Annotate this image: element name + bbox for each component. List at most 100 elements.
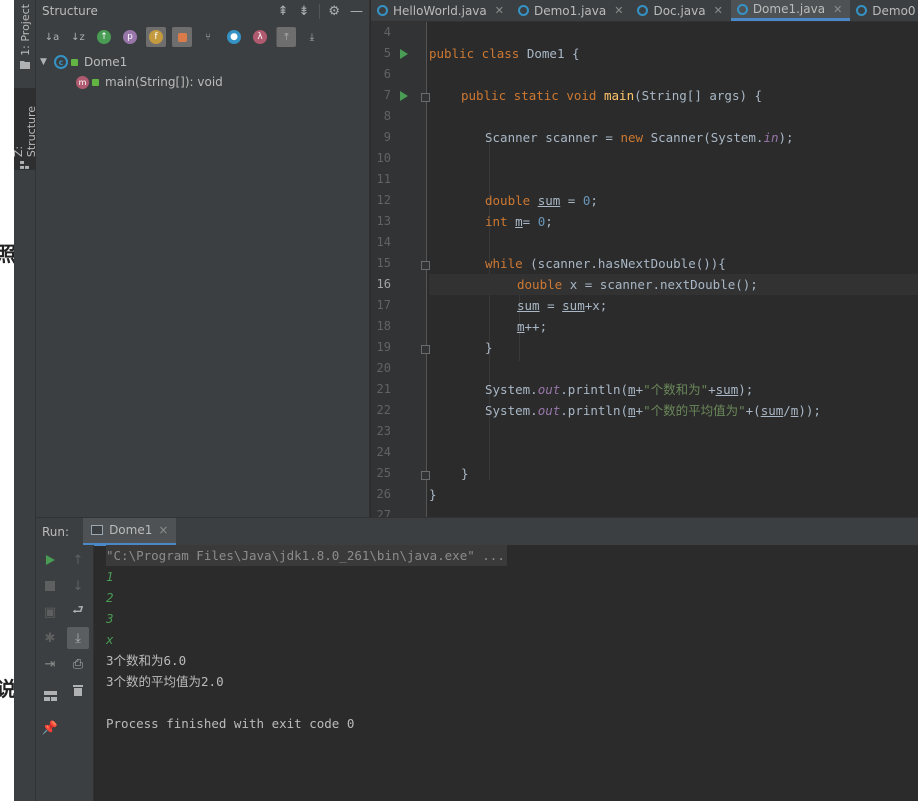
- print-icon[interactable]: ⎙: [67, 653, 89, 675]
- stop-icon[interactable]: [39, 575, 61, 597]
- line-number: 21: [376, 382, 391, 396]
- line-number: 20: [376, 361, 391, 375]
- code-token: );: [778, 130, 794, 145]
- tab-helloworld[interactable]: HelloWorld.java ✕: [371, 0, 512, 21]
- code-token: sum: [562, 298, 585, 313]
- show-non-public-icon[interactable]: [172, 27, 192, 47]
- line-number: 6: [383, 67, 391, 81]
- close-icon[interactable]: ✕: [495, 4, 504, 17]
- tab-label: Demo0: [872, 3, 916, 18]
- code-line: while (scanner.hasNextDouble()){: [429, 253, 918, 274]
- code-token: (scanner.hasNextDouble()){: [530, 256, 726, 271]
- line-number: 18: [376, 319, 391, 333]
- trash-icon[interactable]: [67, 679, 89, 701]
- editor-tabs: HelloWorld.java ✕ Demo1.java ✕ Doc.java ✕ D…: [371, 0, 918, 22]
- structure-tool-tab[interactable]: Z: Structure: [12, 88, 38, 170]
- show-properties-icon[interactable]: p: [120, 27, 140, 47]
- console-line-input: x: [106, 632, 114, 647]
- close-icon[interactable]: ✕: [714, 4, 723, 17]
- code-token: Scanner(System.: [650, 130, 764, 145]
- show-anonymous-icon[interactable]: ●: [224, 27, 244, 47]
- scroll-up-icon[interactable]: ↑: [67, 549, 89, 571]
- code-token: }: [461, 466, 469, 481]
- console-line: Process finished with exit code 0: [106, 716, 355, 731]
- folder-icon: [20, 60, 30, 69]
- line-number: 14: [376, 235, 391, 249]
- tree-item-class[interactable]: ▼ c Dome1: [36, 52, 369, 72]
- code-token: in: [763, 130, 779, 145]
- code-token: System.: [485, 403, 538, 418]
- structure-header: Structure ⇞ ⇟ ⚙ —: [36, 0, 369, 22]
- run-config-tab[interactable]: Dome1 ×: [83, 517, 177, 546]
- dump-threads-icon[interactable]: ▣: [39, 601, 61, 623]
- tree-item-method[interactable]: m main(String[]): void: [36, 72, 369, 92]
- editor-gutter[interactable]: 4 5 6 7 8 9 10 11 12 13 14 15 16 17 18 1…: [371, 22, 430, 517]
- tab-dome1[interactable]: Dome1.java ✕: [730, 0, 851, 21]
- exit-icon[interactable]: ⇥: [39, 653, 61, 675]
- ide-window: 照 说 1: Project Z: Structure Structure ⇞ …: [0, 0, 918, 801]
- background-glyph: 照: [0, 242, 14, 266]
- run-main-gutter-icon[interactable]: [400, 91, 408, 101]
- code-token: "个数的平均值为": [643, 403, 746, 418]
- structure-icon: [20, 161, 29, 170]
- project-tab-label: 1: Project: [18, 4, 32, 56]
- hide-icon[interactable]: —: [350, 4, 363, 19]
- show-hierarchy-icon[interactable]: ⑂: [198, 27, 218, 47]
- gear-icon[interactable]: ⚙: [319, 3, 340, 19]
- show-inherited-icon[interactable]: ↑: [94, 27, 114, 47]
- line-number: 25: [376, 466, 391, 480]
- autoscroll-to-source-icon[interactable]: ⤒: [276, 27, 296, 47]
- sort-visibility-icon[interactable]: ↓z: [68, 27, 88, 47]
- collapse-all-icon[interactable]: ⇟: [298, 4, 309, 19]
- code-token: public static void: [461, 88, 604, 103]
- code-token: while: [485, 256, 531, 271]
- close-icon[interactable]: ✕: [614, 4, 623, 17]
- expand-all-icon[interactable]: ⇞: [278, 4, 289, 19]
- tab-label: Demo1.java: [533, 3, 607, 18]
- code-line: int m= 0;: [429, 211, 918, 232]
- tree-item-label: main(String[]): void: [105, 75, 223, 89]
- scroll-down-icon[interactable]: ↓: [67, 575, 89, 597]
- console-line-input: 1: [106, 569, 114, 584]
- restore-layout-icon[interactable]: [39, 685, 61, 707]
- run-class-gutter-icon[interactable]: [400, 49, 408, 59]
- close-icon[interactable]: ✕: [833, 3, 842, 16]
- tab-label: HelloWorld.java: [393, 3, 487, 18]
- run-panel: Run: Dome1 × ↑ ↓ ▣ ⮐ ✱ ⤓ ⇥ ⎙ 📌 "C:\Progr…: [36, 517, 918, 801]
- show-fields-icon[interactable]: f: [146, 27, 166, 47]
- code-line: System.out.println(m+"个数的平均值为"+(sum/m));: [429, 400, 918, 421]
- code-token: /: [783, 403, 791, 418]
- code-token: +: [635, 403, 644, 418]
- project-tool-tab[interactable]: 1: Project: [14, 4, 36, 74]
- code-token: System.: [485, 382, 538, 397]
- tree-item-label: Dome1: [84, 55, 128, 69]
- tab-demo0[interactable]: Demo0: [850, 0, 918, 21]
- tab-demo1[interactable]: Demo1.java ✕: [512, 0, 631, 21]
- sort-alpha-icon[interactable]: ↓a: [42, 27, 62, 47]
- scroll-to-end-icon[interactable]: ⤓: [67, 627, 89, 649]
- code-token: "个数和为": [643, 382, 709, 397]
- autoscroll-from-source-icon[interactable]: ⤓: [302, 27, 322, 47]
- code-area[interactable]: public class Dome1 { public static void …: [429, 22, 918, 517]
- console-output[interactable]: "C:\Program Files\Java\jdk1.8.0_261\bin\…: [106, 545, 918, 801]
- code-token: }: [485, 340, 493, 355]
- close-icon[interactable]: ×: [158, 523, 168, 537]
- line-number: 4: [383, 25, 391, 39]
- code-line: m++;: [429, 316, 918, 337]
- structure-toolbar: ↓a ↓z ↑ p f ⑂ ● λ ⤒ ⤓: [36, 22, 369, 52]
- pin-icon[interactable]: 📌: [39, 717, 61, 739]
- code-line: }: [429, 463, 918, 484]
- line-number: 26: [376, 487, 391, 501]
- show-lambdas-icon[interactable]: λ: [250, 27, 270, 47]
- line-number: 17: [376, 298, 391, 312]
- console-line: 3个数和为6.0: [106, 653, 187, 668]
- code-token: sum: [517, 298, 540, 313]
- rerun-icon[interactable]: [39, 549, 61, 571]
- soft-wrap-icon[interactable]: ⮐: [67, 601, 89, 623]
- code-editor: HelloWorld.java ✕ Demo1.java ✕ Doc.java ✕ D…: [371, 0, 918, 517]
- tab-doc[interactable]: Doc.java ✕: [631, 0, 730, 21]
- settings-icon[interactable]: ✱: [39, 627, 61, 649]
- line-number: 5: [383, 46, 391, 60]
- code-line-current: double x = scanner.nextDouble();: [429, 274, 918, 295]
- chevron-down-icon: ▼: [40, 57, 47, 67]
